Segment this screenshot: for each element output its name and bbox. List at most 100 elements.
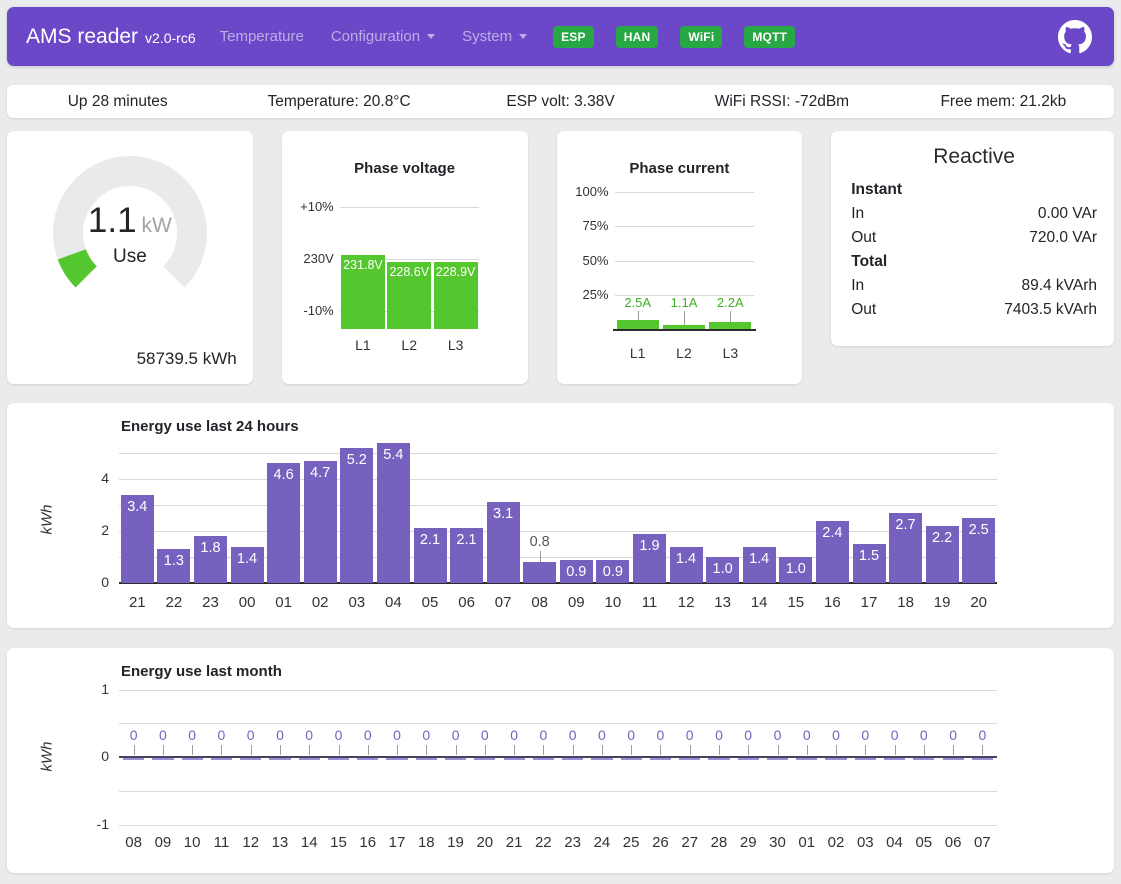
bar-value-label: 0 — [941, 727, 965, 743]
x-tick-label: 27 — [675, 834, 704, 851]
app-brand[interactable]: AMS reader v2.0-rc6 — [26, 25, 196, 49]
x-tick-label: 08 — [119, 834, 148, 851]
bar-value-label: 0 — [151, 727, 175, 743]
gauge-value: 1.1 — [88, 201, 137, 241]
x-tick-label: 15 — [324, 834, 353, 851]
reactive-row-label: Out — [851, 298, 876, 322]
bar-value-label: 2.4 — [816, 525, 849, 541]
x-tick-label: 12 — [668, 594, 705, 611]
energy-bar-12 — [240, 758, 261, 760]
reactive-row-label: In — [851, 202, 864, 226]
reactive-row: In0.00 VAr — [851, 202, 1097, 226]
reactive-row-value: 7403.5 kVArh — [1004, 298, 1097, 322]
x-tick-label: 18 — [412, 834, 441, 851]
bar-value-label: 2.1 — [414, 532, 447, 548]
x-tick-label: 23 — [192, 594, 229, 611]
bar-value-label: 0 — [590, 727, 614, 743]
x-tick-label: 22 — [156, 594, 193, 611]
label-tick — [514, 745, 515, 755]
energy-bar-10 — [182, 758, 203, 760]
gridline — [340, 207, 479, 208]
gridline — [615, 226, 754, 227]
y-tick-label: 75% — [557, 218, 609, 233]
reactive-section-heading: Total — [851, 250, 1097, 274]
bar-value-label: 0 — [824, 727, 848, 743]
x-tick-label: 06 — [448, 594, 485, 611]
reactive-row-value: 89.4 kVArh — [1021, 274, 1097, 298]
x-tick-label: 16 — [814, 594, 851, 611]
phase-current-chart: 100%75%50%25%2.5AL11.1AL22.2AL3 — [557, 131, 803, 384]
energy-bar-08 — [523, 562, 556, 583]
energy-bar-04 — [377, 443, 410, 583]
bar-value-label: 0 — [473, 727, 497, 743]
x-tick-label: 13 — [265, 834, 294, 851]
bar-value-label: 0 — [327, 727, 351, 743]
label-tick — [684, 311, 685, 325]
energy-bar-07 — [972, 758, 993, 760]
bar-value-label: 0 — [883, 727, 907, 743]
x-tick-label: 11 — [631, 594, 668, 611]
x-tick-label: 28 — [704, 834, 733, 851]
power-gauge: 1.1 kW Use — [42, 145, 218, 321]
bar-value-label: 0 — [414, 727, 438, 743]
nav-item-label: Configuration — [331, 28, 420, 45]
energy-bar-08 — [123, 758, 144, 760]
energy-month-card: Energy use last month 10-1kWh00800901001… — [7, 648, 1114, 873]
label-tick — [631, 745, 632, 755]
x-tick-label: 21 — [119, 594, 156, 611]
energy-bar-01 — [796, 758, 817, 760]
label-tick — [660, 745, 661, 755]
reactive-rows: InstantIn0.00 VArOut720.0 VArTotalIn89.4… — [851, 178, 1097, 322]
gridline — [615, 261, 754, 262]
bar-value-label: 0 — [356, 727, 380, 743]
bar-value-label: 0 — [180, 727, 204, 743]
x-tick-label: 14 — [741, 594, 778, 611]
energy-24h-chart: 024kWh3.4211.3221.8231.4004.6014.7025.20… — [7, 403, 1114, 628]
nav-item-temperature[interactable]: Temperature — [220, 28, 304, 45]
bar-value-label: 0.8 — [519, 534, 560, 550]
nav-item-system[interactable]: System — [462, 28, 527, 45]
bar-value-label: 0 — [970, 727, 994, 743]
label-tick — [540, 551, 541, 562]
reactive-card: Reactive InstantIn0.00 VArOut720.0 VArTo… — [831, 131, 1114, 346]
phase-voltage-card: Phase voltage +10%230V-10%231.8VL1228.6V… — [282, 131, 528, 384]
x-tick-label: 20 — [470, 834, 499, 851]
x-tick-label: 11 — [207, 834, 236, 851]
nav-item-configuration[interactable]: Configuration — [331, 28, 435, 45]
y-tick-label: 0 — [7, 574, 109, 590]
y-tick-label: 2 — [7, 522, 109, 538]
x-tick-label: 13 — [704, 594, 741, 611]
badge-esp: ESP — [553, 26, 594, 48]
x-tick-label: 22 — [529, 834, 558, 851]
x-tick-label: 18 — [887, 594, 924, 611]
y-tick-label: 50% — [557, 253, 609, 268]
y-tick-label: -10% — [282, 303, 334, 318]
bar-value-label: 0 — [912, 727, 936, 743]
x-tick-label: 07 — [968, 834, 997, 851]
connection-badges: ESPHANWiFiMQTT — [553, 26, 795, 48]
x-tick-label: 12 — [236, 834, 265, 851]
label-tick — [456, 745, 457, 755]
energy-month-chart: 10-1kWh008009010011012013014015016017018… — [7, 648, 1114, 873]
energy-bar-04 — [884, 758, 905, 760]
energy-bar-15 — [328, 758, 349, 760]
label-tick — [982, 745, 983, 755]
energy-bar-30 — [767, 758, 788, 760]
energy-bar-20 — [474, 758, 495, 760]
gauge-unit: kW — [142, 214, 172, 238]
energy-bar-05 — [913, 758, 934, 760]
label-tick — [638, 311, 639, 320]
label-tick — [192, 745, 193, 755]
label-tick — [221, 745, 222, 755]
x-tick-label: 02 — [302, 594, 339, 611]
page: AMS reader v2.0-rc6 Temperature Configura… — [0, 0, 1121, 880]
current-bar-L2 — [663, 325, 705, 329]
energy-bar-18 — [416, 758, 437, 760]
x-tick-label: 20 — [960, 594, 997, 611]
github-link[interactable] — [1058, 20, 1092, 54]
label-tick — [309, 745, 310, 755]
gauge-label: Use — [113, 246, 147, 268]
bar-value-label: 0 — [766, 727, 790, 743]
reactive-row-label: In — [851, 274, 864, 298]
y-tick-label: 0 — [7, 748, 109, 764]
